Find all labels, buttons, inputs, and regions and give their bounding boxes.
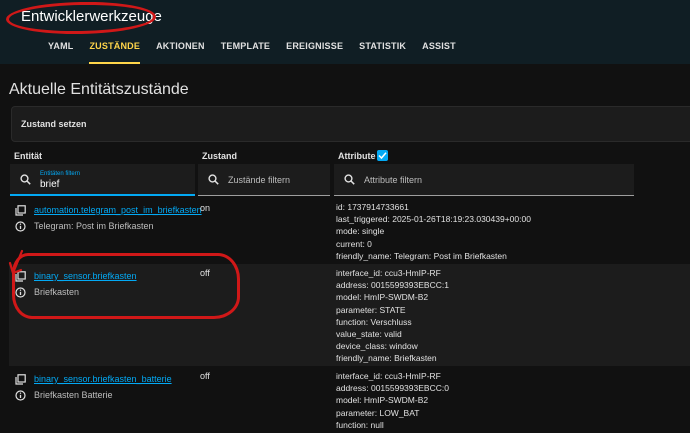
table-row: binary_sensor.briefkasten_batterie Brief…	[9, 366, 690, 433]
search-icon	[20, 174, 31, 185]
entity-filter-input[interactable]: Entitäten filtern brief	[10, 164, 195, 196]
tab-assist[interactable]: ASSIST	[414, 34, 464, 64]
tab-bar: YAML ZUSTÄNDE AKTIONEN TEMPLATE EREIGNIS…	[40, 34, 464, 64]
state-filter-placeholder: Zustände filtern	[228, 175, 291, 185]
tab-events[interactable]: EREIGNISSE	[278, 34, 351, 64]
entity-name: Telegram: Post im Briefkasten	[34, 221, 154, 231]
entity-id-link[interactable]: binary_sensor.briefkasten_batterie	[34, 374, 172, 384]
annotation-circle-title	[5, 0, 157, 36]
toolbar: Entwicklerwerkzeuge YAML ZUSTÄNDE AKTION…	[0, 0, 690, 64]
entity-filter-label: Entitäten filtern	[40, 171, 81, 177]
set-state-card[interactable]: Zustand setzen	[11, 106, 690, 142]
attribute-filter-placeholder: Attribute filtern	[364, 175, 423, 185]
entity-state: on	[200, 203, 211, 213]
state-filter-input[interactable]: Zustände filtern	[198, 164, 330, 196]
attributes-checkbox[interactable]	[377, 150, 388, 161]
column-state: Zustand	[202, 151, 237, 161]
entity-attributes: id: 1737914733661 last_triggered: 2025-0…	[336, 202, 531, 261]
info-icon[interactable]	[15, 390, 26, 401]
tab-states[interactable]: ZUSTÄNDE	[81, 34, 148, 64]
check-icon	[378, 152, 387, 160]
search-icon	[208, 174, 219, 185]
attribute-filter-input[interactable]: Attribute filtern	[334, 164, 634, 196]
annotation-circle-row	[12, 253, 240, 319]
entity-state: off	[200, 371, 210, 381]
search-icon	[344, 174, 355, 185]
entity-attributes: interface_id: ccu3-HmIP-RF address: 0015…	[336, 371, 449, 430]
entity-id-link[interactable]: automation.telegram_post_im_briefkasten	[34, 205, 202, 215]
tab-actions[interactable]: AKTIONEN	[148, 34, 213, 64]
info-icon[interactable]	[15, 221, 26, 232]
entity-name: Briefkasten Batterie	[34, 390, 113, 400]
copy-icon[interactable]	[15, 205, 26, 216]
copy-icon[interactable]	[15, 374, 26, 385]
section-title: Aktuelle Entitätszustände	[9, 81, 189, 98]
column-attributes: Attribute	[338, 151, 376, 161]
tab-template[interactable]: TEMPLATE	[213, 34, 278, 64]
set-state-label: Zustand setzen	[21, 119, 87, 129]
column-entity: Entität	[14, 151, 42, 161]
entity-filter-value: brief	[40, 179, 60, 190]
annotation-arrow-icon	[8, 249, 24, 275]
tab-statistics[interactable]: STATISTIK	[351, 34, 414, 64]
entity-attributes: interface_id: ccu3-HmIP-RF address: 0015…	[336, 268, 449, 364]
tab-yaml[interactable]: YAML	[40, 34, 81, 64]
